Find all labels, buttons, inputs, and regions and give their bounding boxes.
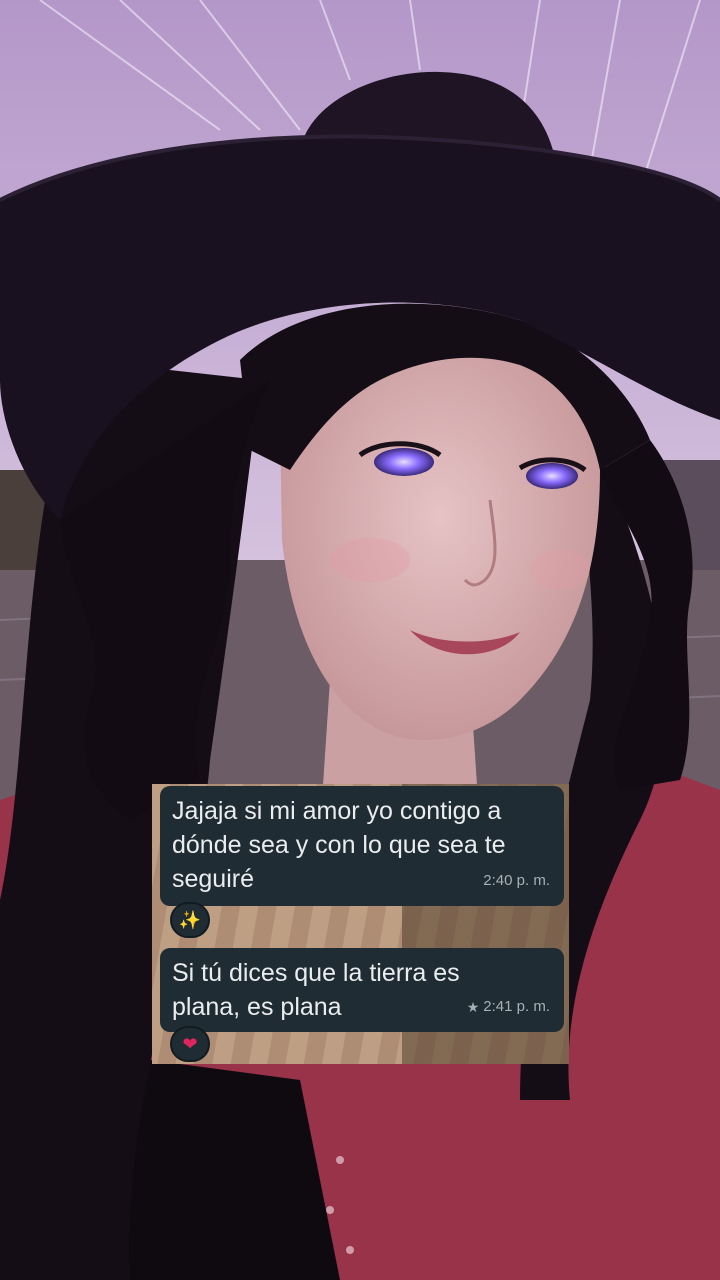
star-icon: ★: [466, 999, 480, 1015]
sparkles-reaction-icon[interactable]: ✨: [170, 902, 210, 938]
message-time: 2:41 p. m.: [483, 998, 550, 1015]
portrait-photo: [0, 0, 720, 1280]
heart-reaction-icon[interactable]: ❤: [170, 1026, 210, 1062]
message-meta: 2:40 p. m.: [483, 864, 550, 898]
message-bubble[interactable]: Jajaja si mi amor yo contigo a dónde sea…: [160, 786, 564, 906]
reaction-emoji: ✨: [178, 909, 202, 930]
message-time: 2:40 p. m.: [483, 872, 550, 889]
reaction-emoji: ❤: [182, 1033, 198, 1054]
message-meta: ★ 2:41 p. m.: [467, 990, 550, 1024]
message-bubble[interactable]: Si tú dices que la tierra es plana, es p…: [160, 948, 564, 1032]
